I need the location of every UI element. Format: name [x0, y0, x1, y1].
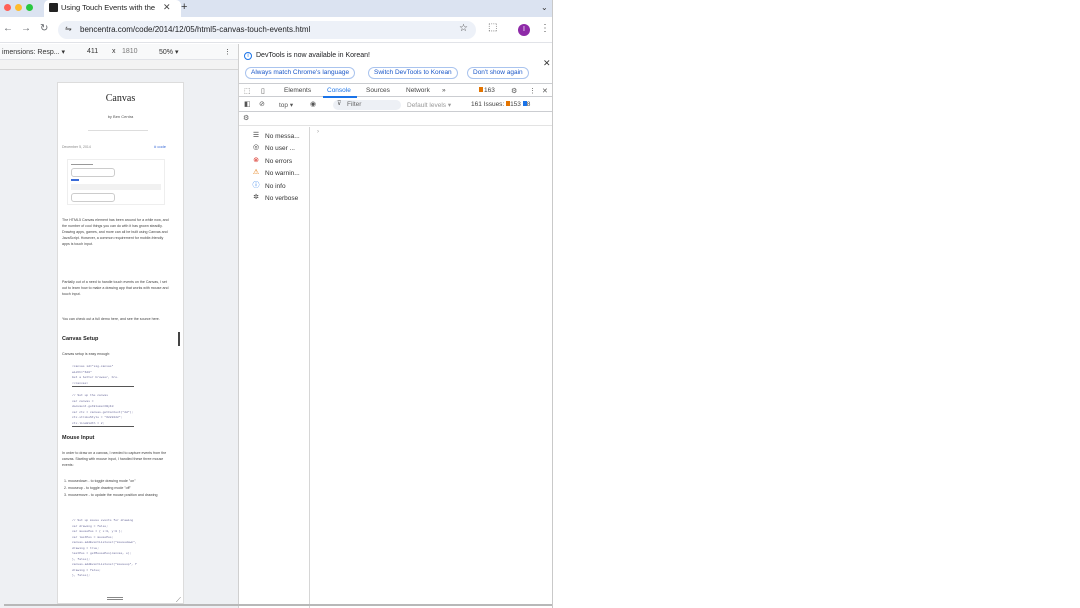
context-select[interactable]: top ▾	[279, 101, 293, 109]
list-item: 2. mouseup - to toggle drawing mode "off…	[64, 486, 131, 490]
dimension-separator: x	[112, 48, 116, 55]
window-bottom-edge	[4, 604, 552, 606]
browser-window: Using Touch Events with the ✕ + ⌄ ← → ↻ …	[0, 0, 553, 608]
section-heading-canvas-setup: Canvas Setup	[62, 336, 99, 342]
device-toggle-icon[interactable]: ▯	[261, 87, 265, 95]
filter-input[interactable]: ⊽ Filter	[333, 100, 401, 110]
tab-console[interactable]: Console	[327, 87, 351, 94]
code-block-2: // Set up the canvas var canvas = documen…	[72, 393, 134, 427]
width-input[interactable]: 411	[87, 48, 98, 55]
address-bar[interactable]: ⇋ bencentra.com/code/2014/12/05/html5-ca…	[58, 21, 476, 39]
paragraph-3: You can check out a full demo here, and …	[62, 317, 160, 321]
info-icon: ⓘ	[252, 182, 260, 189]
settings-gear-icon[interactable]: ⚙	[511, 87, 517, 95]
close-devtools-icon[interactable]: ✕	[542, 87, 548, 95]
device-toolbar: imensions: Resp... ▾ 411 x 1810 50% ▾ ⋮	[0, 44, 238, 60]
notice-close-icon[interactable]: ✕	[543, 58, 551, 69]
minimize-window-button[interactable]	[15, 4, 22, 11]
dimensions-select[interactable]: imensions: Resp... ▾	[2, 48, 65, 56]
favicon-icon	[49, 3, 58, 12]
demo-figure	[67, 159, 165, 205]
console-toolbar: ◧ ⊘ top ▾ ◉ ⊽ Filter Default levels ▾ 16…	[239, 98, 552, 112]
avatar[interactable]: I	[518, 24, 530, 36]
browser-tab[interactable]: Using Touch Events with the ✕	[44, 0, 181, 17]
url-text[interactable]: bencentra.com/code/2014/12/05/html5-canv…	[80, 25, 310, 34]
error-icon: ⊗	[253, 157, 259, 164]
switch-korean-button[interactable]: Switch DevTools to Korean	[368, 67, 458, 79]
emulated-viewport: Canvas by Ben Centra December 5, 2014 # …	[0, 60, 238, 608]
back-icon[interactable]: ←	[3, 23, 13, 34]
devtools-menu-icon[interactable]: ⋮	[529, 87, 536, 95]
site-info-icon[interactable]: ⇋	[65, 24, 72, 33]
post-date: December 5, 2014	[62, 145, 91, 149]
devtools-panel: i DevTools is now available in Korean! ✕…	[239, 44, 552, 608]
height-input[interactable]: 1810	[122, 48, 138, 55]
new-tab-icon[interactable]: +	[181, 1, 187, 13]
match-language-button[interactable]: Always match Chrome's language	[245, 67, 356, 79]
user-icon: ◎	[252, 144, 260, 151]
ruler	[0, 60, 238, 70]
language-notice: DevTools is now available in Korean!	[256, 52, 371, 59]
section-heading-mouse-input: Mouse Input	[62, 435, 95, 441]
filter-icon: ⊽	[337, 101, 342, 107]
list-item: 1. mousedown - to toggle drawing mode "o…	[64, 479, 136, 483]
intro-paragraph: The HTML5 Canvas element has been around…	[62, 218, 169, 246]
page-byline: by Ben Centra	[107, 114, 134, 119]
console-settings-icon[interactable]: ⚙	[243, 114, 249, 122]
zoom-select[interactable]: 50% ▾	[159, 48, 178, 56]
log-levels-select[interactable]: Default levels ▾	[407, 101, 451, 109]
paragraph-2: Partially out of a need to handle touch …	[62, 280, 169, 296]
forward-icon[interactable]: →	[21, 23, 31, 34]
tab-close-icon[interactable]: ✕	[163, 2, 171, 13]
bug-icon: ✲	[253, 194, 259, 201]
list-item: 3. mousemove - to update the mouse posit…	[64, 493, 158, 497]
live-expression-icon[interactable]: ◉	[310, 100, 316, 108]
tab-elements[interactable]: Elements	[284, 87, 311, 94]
viewport-scrollbar[interactable]	[178, 332, 180, 346]
separator	[88, 130, 148, 131]
resize-gripper[interactable]	[107, 597, 123, 600]
filter-placeholder: Filter	[347, 101, 362, 108]
tab-title: Using Touch Events with the	[61, 3, 156, 12]
dont-show-again-button[interactable]: Don't show again	[467, 67, 529, 79]
code-link[interactable]: # code	[154, 144, 166, 149]
devtools-tabbar: ⬚ ▯ Elements Console Sources Network » 1…	[239, 83, 552, 98]
sidebar-toggle-icon[interactable]: ◧	[244, 100, 251, 108]
list-icon: ☰	[252, 132, 260, 139]
console-settings-row: ⚙	[239, 113, 552, 126]
page-preview[interactable]: Canvas by Ben Centra December 5, 2014 # …	[57, 82, 184, 604]
event-list: 1. mousedown - to toggle drawing mode "o…	[64, 478, 168, 499]
device-more-icon[interactable]: ⋮	[224, 48, 231, 56]
tab-strip: Using Touch Events with the ✕ + ⌄	[0, 0, 552, 17]
warning-icon: ⚠	[252, 169, 260, 176]
info-icon: i	[244, 52, 252, 60]
clear-console-icon[interactable]: ⊘	[259, 100, 265, 108]
more-tabs-icon[interactable]: »	[442, 87, 446, 94]
reload-icon[interactable]: ↻	[40, 23, 48, 34]
section-text: In order to draw on a canvas, I needed t…	[62, 451, 167, 467]
inspect-element-icon[interactable]: ⬚	[244, 87, 251, 95]
code-block-3: // Set up mouse events for drawing var dr…	[72, 519, 137, 577]
tab-sources[interactable]: Sources	[366, 87, 390, 94]
tab-network[interactable]: Network	[406, 87, 430, 94]
issues-summary[interactable]: 161 Issues: 153 8	[471, 101, 530, 108]
close-window-button[interactable]	[4, 4, 11, 11]
console-prompt-icon[interactable]: ›	[317, 129, 319, 135]
page-title: Canvas	[105, 93, 136, 104]
console-sidebar: ☰ No messa... ◎ No user ... ⊗ No errors …	[239, 127, 310, 608]
bookmark-star-icon[interactable]: ☆	[459, 23, 468, 34]
zoom-window-button[interactable]	[26, 4, 33, 11]
section-text: Canvas setup is easy enough:	[62, 352, 111, 356]
browser-toolbar: ← → ↻ ⇋ bencentra.com/code/2014/12/05/ht…	[0, 17, 552, 43]
tab-search-icon[interactable]: ⌄	[541, 3, 548, 12]
browser-menu-icon[interactable]: ⋮	[540, 23, 550, 34]
extensions-icon[interactable]: ⬚	[488, 22, 497, 33]
issues-badge[interactable]: 163	[479, 87, 495, 94]
code-block-1: <canvas id="sig-canvas" width="620" Get …	[72, 364, 134, 387]
